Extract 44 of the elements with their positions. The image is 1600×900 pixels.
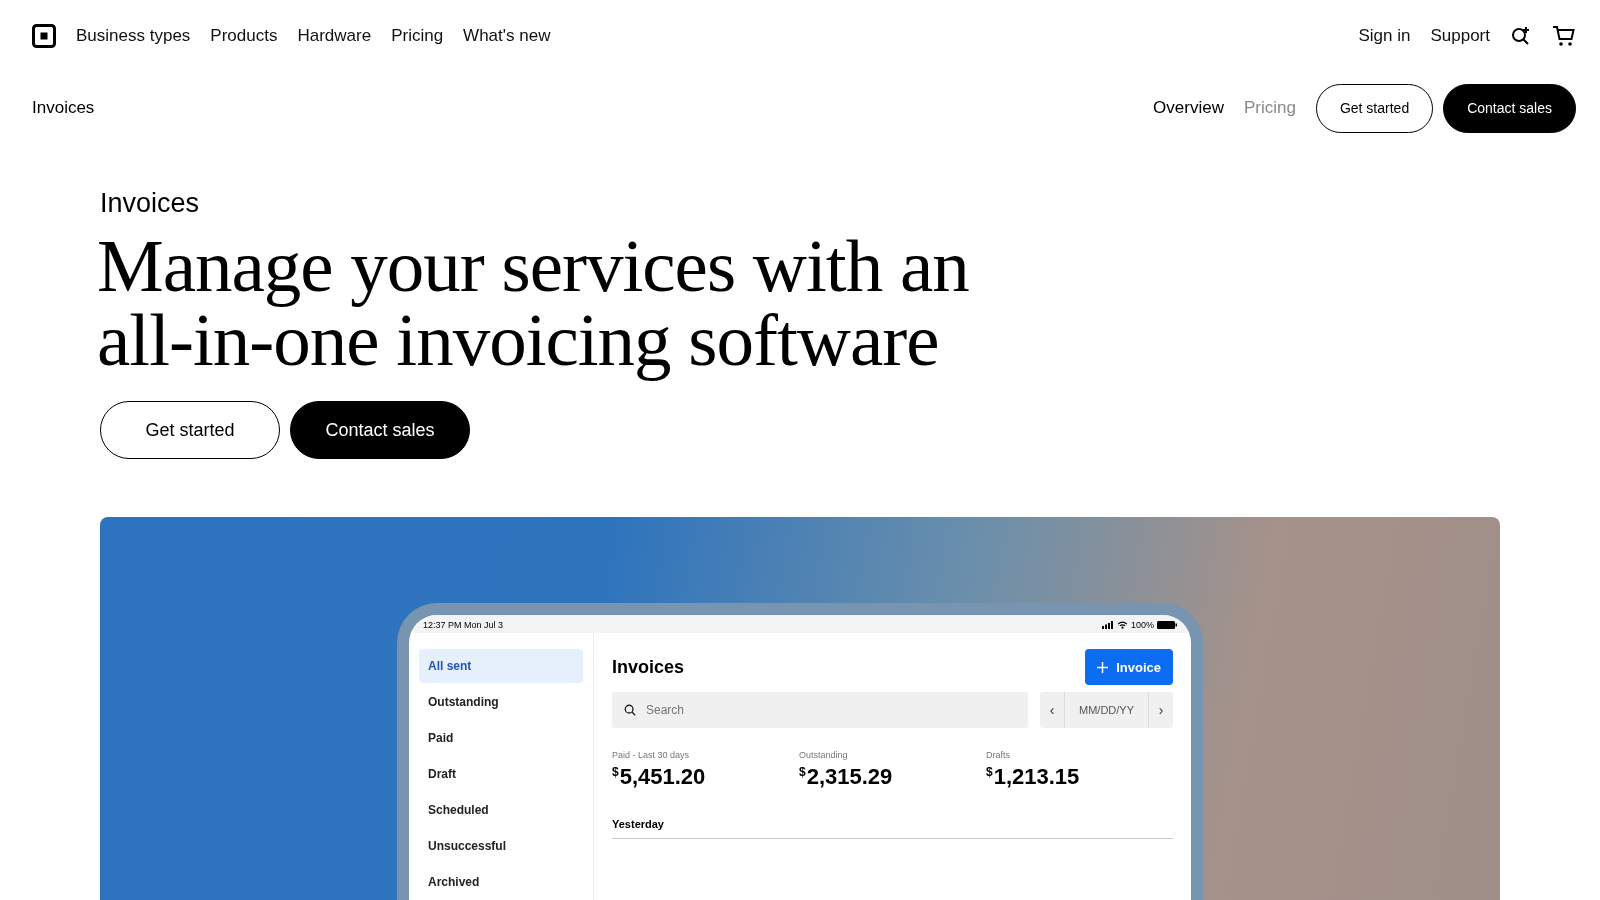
next-date-button[interactable]: › <box>1149 692 1173 728</box>
logo-icon[interactable] <box>32 24 56 48</box>
nav-link[interactable]: Business types <box>76 26 191 46</box>
plus-icon <box>1097 661 1109 673</box>
stat-label: Drafts <box>986 750 1011 760</box>
nav-link[interactable]: Support <box>1430 26 1490 46</box>
previous-date-button[interactable]: ‹ <box>1040 692 1064 728</box>
nav-link[interactable]: Sign in <box>1358 26 1411 46</box>
contact-sales-button[interactable]: Contact sales <box>1443 83 1576 133</box>
status-time: 12:37 PM Mon Jul 3 <box>423 620 504 630</box>
sidebar-item[interactable]: Paid <box>419 721 583 755</box>
section-heading: Yesterday <box>612 818 665 830</box>
search-icon[interactable] <box>1510 25 1532 47</box>
get-started-button[interactable]: Get started <box>1315 83 1434 133</box>
get-started-button[interactable]: Get started <box>100 401 280 459</box>
nav-link[interactable]: Products <box>210 26 278 46</box>
sidebar-item[interactable]: Unsuccessful <box>419 829 583 863</box>
nav-link[interactable]: Pricing <box>391 26 444 46</box>
stat-amount: $^{$}$5,451.20 <box>612 764 707 790</box>
sidebar-item[interactable]: Outstanding <box>419 685 583 719</box>
battery-icon <box>1157 621 1177 629</box>
search-field[interactable]: Search <box>612 692 1028 728</box>
contact-sales-button[interactable]: Contact sales <box>290 401 470 459</box>
cart-icon[interactable] <box>1552 24 1576 48</box>
signal-icon <box>1101 621 1114 629</box>
sub-nav-tab[interactable]: Pricing <box>1243 98 1296 118</box>
battery-percent: 100% <box>1130 620 1154 630</box>
wifi-icon <box>1116 621 1128 629</box>
sub-nav-tab[interactable]: Overview <box>1153 98 1224 118</box>
sidebar-item[interactable]: Scheduled <box>419 793 583 827</box>
stat-label: Paid - Last 30 days <box>612 750 691 760</box>
sidebar-item[interactable]: All sent <box>419 649 583 683</box>
stat-label: Outstanding <box>799 750 849 760</box>
eyebrow-text: Invoices <box>100 188 201 219</box>
sidebar-item[interactable]: Archived <box>419 865 583 899</box>
sidebar-item[interactable]: Draft <box>419 757 583 791</box>
nav-link[interactable]: What's new <box>463 26 551 46</box>
date-field[interactable]: MM/DD/YY <box>1064 692 1149 728</box>
app-title: Invoices <box>612 656 685 678</box>
nav-link[interactable]: Hardware <box>297 26 372 46</box>
stat-amount: $^{$}$1,213.15 <box>986 764 1081 790</box>
section-title: Invoices <box>32 98 95 118</box>
stat-amount: $^{$}$2,315.29 <box>799 764 894 790</box>
new-invoice-button[interactable]: Invoice <box>1085 649 1173 685</box>
